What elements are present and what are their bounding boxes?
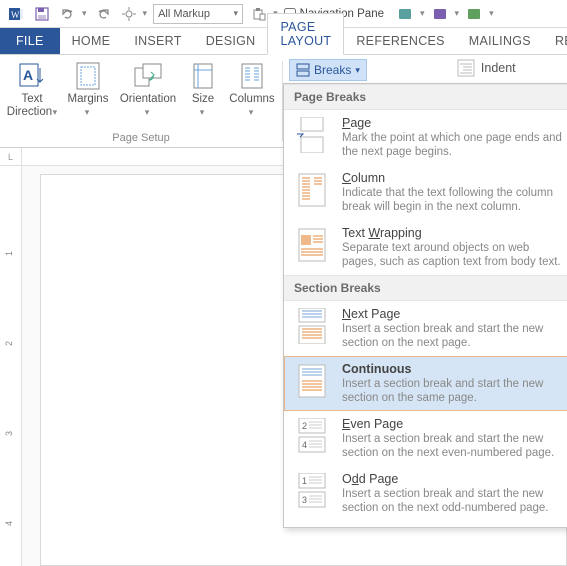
menuitem-page-break[interactable]: Page Mark the point at which one page en… xyxy=(284,110,567,165)
indent-icon xyxy=(457,59,475,77)
ruler-tick-1: 1 xyxy=(4,251,14,256)
tab-insert[interactable]: INSERT xyxy=(122,28,193,54)
indent-label: Indent xyxy=(481,59,516,75)
margins-icon xyxy=(75,59,101,93)
odd-page-title: Odd Page xyxy=(342,472,562,486)
vertical-ruler[interactable]: 1 2 3 4 xyxy=(0,166,22,566)
chevron-down-icon: ▾ xyxy=(355,65,360,76)
page-break-icon xyxy=(294,116,330,154)
page-break-desc: Mark the point at which one page ends an… xyxy=(342,131,562,159)
undo-button[interactable] xyxy=(58,4,78,24)
ribbon: A TextDirection ▾ Margins▾ Orientation▾ xyxy=(0,55,567,148)
text-direction-icon: A xyxy=(18,59,46,93)
columns-button[interactable]: Columns▾ xyxy=(228,59,276,130)
color-swatch-2[interactable] xyxy=(431,4,451,24)
size-label: Size▾ xyxy=(192,93,214,119)
columns-icon xyxy=(240,59,264,93)
ribbon-right: Breaks ▾ Page Breaks Page Mark the point… xyxy=(283,55,567,147)
margins-button[interactable]: Margins▾ xyxy=(64,59,112,130)
orientation-label: Orientation▾ xyxy=(120,93,176,119)
menuitem-odd-page[interactable]: 13 Odd Page Insert a section break and s… xyxy=(284,466,567,521)
tab-file[interactable]: FILE xyxy=(0,28,60,54)
menuitem-even-page[interactable]: 24 Even Page Insert a section break and … xyxy=(284,411,567,466)
text-direction-button[interactable]: A TextDirection ▾ xyxy=(6,59,58,130)
markup-value: All Markup xyxy=(158,8,210,20)
next-page-title: Next Page xyxy=(342,307,562,321)
tab-home[interactable]: HOME xyxy=(60,28,123,54)
page-break-title: Page xyxy=(342,116,562,130)
paste-options-button[interactable] xyxy=(249,4,269,24)
ruler-corner: L xyxy=(0,148,22,166)
even-page-title: Even Page xyxy=(342,417,562,431)
tab-design[interactable]: DESIGN xyxy=(194,28,268,54)
svg-text:A: A xyxy=(23,67,33,83)
size-button[interactable]: Size▾ xyxy=(184,59,222,130)
breaks-button[interactable]: Breaks ▾ xyxy=(289,59,367,81)
ruler-tick-4: 4 xyxy=(4,521,14,526)
orientation-icon xyxy=(133,59,163,93)
touch-dropdown-icon[interactable]: ▾ xyxy=(143,8,148,19)
svg-text:1: 1 xyxy=(302,476,307,486)
menuitem-text-wrapping-break[interactable]: Text Wrapping Separate text around objec… xyxy=(284,220,567,275)
redo-button[interactable] xyxy=(93,4,113,24)
tab-references[interactable]: REFERENCES xyxy=(344,28,456,54)
header-section-breaks: Section Breaks xyxy=(284,275,567,301)
breaks-label: Breaks xyxy=(314,63,351,77)
size-icon xyxy=(192,59,214,93)
menuitem-continuous[interactable]: Continuous Insert a section break and st… xyxy=(284,356,567,411)
menuitem-next-page[interactable]: Next Page Insert a section break and sta… xyxy=(284,301,567,356)
page-setup-group-label: Page Setup xyxy=(112,130,170,147)
group-page-setup: A TextDirection ▾ Margins▾ Orientation▾ xyxy=(0,55,282,147)
columns-label: Columns▾ xyxy=(229,93,274,119)
ribbon-tabs: FILE HOME INSERT DESIGN PAGE LAYOUT REFE… xyxy=(0,28,567,55)
color-swatch-1[interactable] xyxy=(396,4,416,24)
word-app-icon: W xyxy=(6,4,26,24)
svg-text:2: 2 xyxy=(302,421,307,431)
text-direction-label: TextDirection ▾ xyxy=(7,93,57,119)
continuous-desc: Insert a section break and start the new… xyxy=(342,377,562,405)
continuous-title: Continuous xyxy=(342,362,562,376)
swatch1-dropdown-icon[interactable]: ▾ xyxy=(420,8,425,19)
next-page-icon xyxy=(294,307,330,345)
swatch3-dropdown-icon[interactable]: ▾ xyxy=(489,8,494,19)
column-break-desc: Indicate that the text following the col… xyxy=(342,186,562,214)
menuitem-column-break[interactable]: Column Indicate that the text following … xyxy=(284,165,567,220)
column-break-title: Column xyxy=(342,171,562,185)
breaks-dropdown: Page Breaks Page Mark the point at which… xyxy=(283,83,567,528)
svg-text:W: W xyxy=(11,10,20,20)
odd-page-icon: 13 xyxy=(294,472,330,510)
tab-page-layout[interactable]: PAGE LAYOUT xyxy=(267,13,344,55)
ruler-tick-3: 3 xyxy=(4,431,14,436)
save-button[interactable] xyxy=(32,4,52,24)
text-wrapping-title: Text Wrapping xyxy=(342,226,562,240)
odd-page-desc: Insert a section break and start the new… xyxy=(342,487,562,515)
even-page-icon: 24 xyxy=(294,417,330,455)
breaks-icon xyxy=(296,63,310,77)
orientation-button[interactable]: Orientation▾ xyxy=(118,59,178,130)
markup-dropdown[interactable]: All Markup ▾ xyxy=(153,4,243,24)
tab-review-partial[interactable]: RE xyxy=(543,28,567,54)
column-break-icon xyxy=(294,171,330,209)
even-page-desc: Insert a section break and start the new… xyxy=(342,432,562,460)
color-swatch-3[interactable] xyxy=(465,4,485,24)
margins-label: Margins▾ xyxy=(68,93,109,119)
undo-dropdown-icon[interactable]: ▾ xyxy=(82,8,87,19)
text-wrapping-desc: Separate text around objects on web page… xyxy=(342,241,562,269)
svg-text:4: 4 xyxy=(302,440,307,450)
continuous-icon xyxy=(294,362,330,400)
svg-text:3: 3 xyxy=(302,495,307,505)
text-wrapping-icon xyxy=(294,226,330,264)
chevron-down-icon: ▾ xyxy=(234,8,239,19)
swatch2-dropdown-icon[interactable]: ▾ xyxy=(455,8,460,19)
tab-mailings[interactable]: MAILINGS xyxy=(457,28,543,54)
touch-mode-button[interactable] xyxy=(119,4,139,24)
next-page-desc: Insert a section break and start the new… xyxy=(342,322,562,350)
ruler-tick-2: 2 xyxy=(4,341,14,346)
header-page-breaks: Page Breaks xyxy=(284,84,567,110)
